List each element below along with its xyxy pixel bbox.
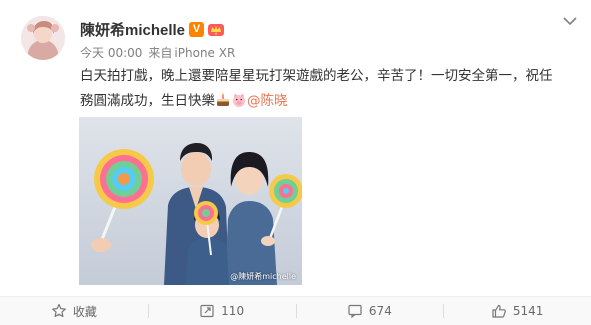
weibo-post-card: 陳妍希michelle V 今天 00:00 来自 iPhone XR 白天拍打戲，… — [0, 0, 591, 325]
comment-icon — [348, 304, 362, 319]
pig-icon — [233, 93, 245, 107]
like-count: 5141 — [512, 304, 544, 318]
mention-link[interactable]: @陈晓 — [247, 93, 288, 109]
post-image[interactable]: @陳妍希michelle — [79, 117, 302, 285]
star-icon — [51, 303, 66, 318]
post-text-line-1: 白天拍打戲，晚上還要陪星星玩打架遊戲的老公，辛苦了！一切安全第一，祝任 — [80, 68, 553, 84]
name-row: 陳妍希michelle V — [80, 18, 225, 40]
cake-icon — [217, 92, 229, 106]
image-watermark: @陳妍希michelle — [230, 272, 296, 281]
post-text-line-2: 務圓滿成功，生日快樂 — [80, 93, 215, 109]
post-timestamp[interactable]: 今天 00:00 — [80, 46, 142, 60]
post-meta: 今天 00:00 来自 iPhone XR — [80, 44, 241, 61]
favorite-button[interactable]: 收藏 — [0, 297, 148, 325]
source-device[interactable]: iPhone XR — [174, 46, 235, 60]
like-button[interactable]: 5141 — [443, 297, 591, 325]
thumbs-up-icon — [492, 304, 506, 318]
avatar[interactable] — [21, 16, 65, 60]
verified-badge: V — [189, 21, 205, 37]
source-prefix: 来自 — [148, 46, 173, 60]
avatar-image — [21, 16, 65, 60]
vip-crown-icon — [208, 24, 225, 36]
repost-button[interactable]: 110 — [147, 297, 296, 325]
chevron-down-icon[interactable] — [562, 15, 578, 27]
repost-count: 110 — [221, 304, 245, 318]
username[interactable]: 陳妍希michelle — [80, 19, 185, 40]
comment-count: 674 — [368, 304, 392, 318]
comment-button[interactable]: 674 — [295, 297, 444, 325]
post-text: 白天拍打戲，晚上還要陪星星玩打架遊戲的老公，辛苦了！一切安全第一，祝任 務圓滿成… — [80, 64, 553, 114]
favorite-label: 收藏 — [72, 304, 97, 319]
action-bar: 收藏 110 674 5141 — [0, 296, 591, 325]
post-text-line-2-wrap: 務圓滿成功，生日快樂 @陈晓 — [80, 89, 550, 114]
repost-icon — [200, 304, 214, 318]
family-photo-illustration — [79, 117, 302, 285]
